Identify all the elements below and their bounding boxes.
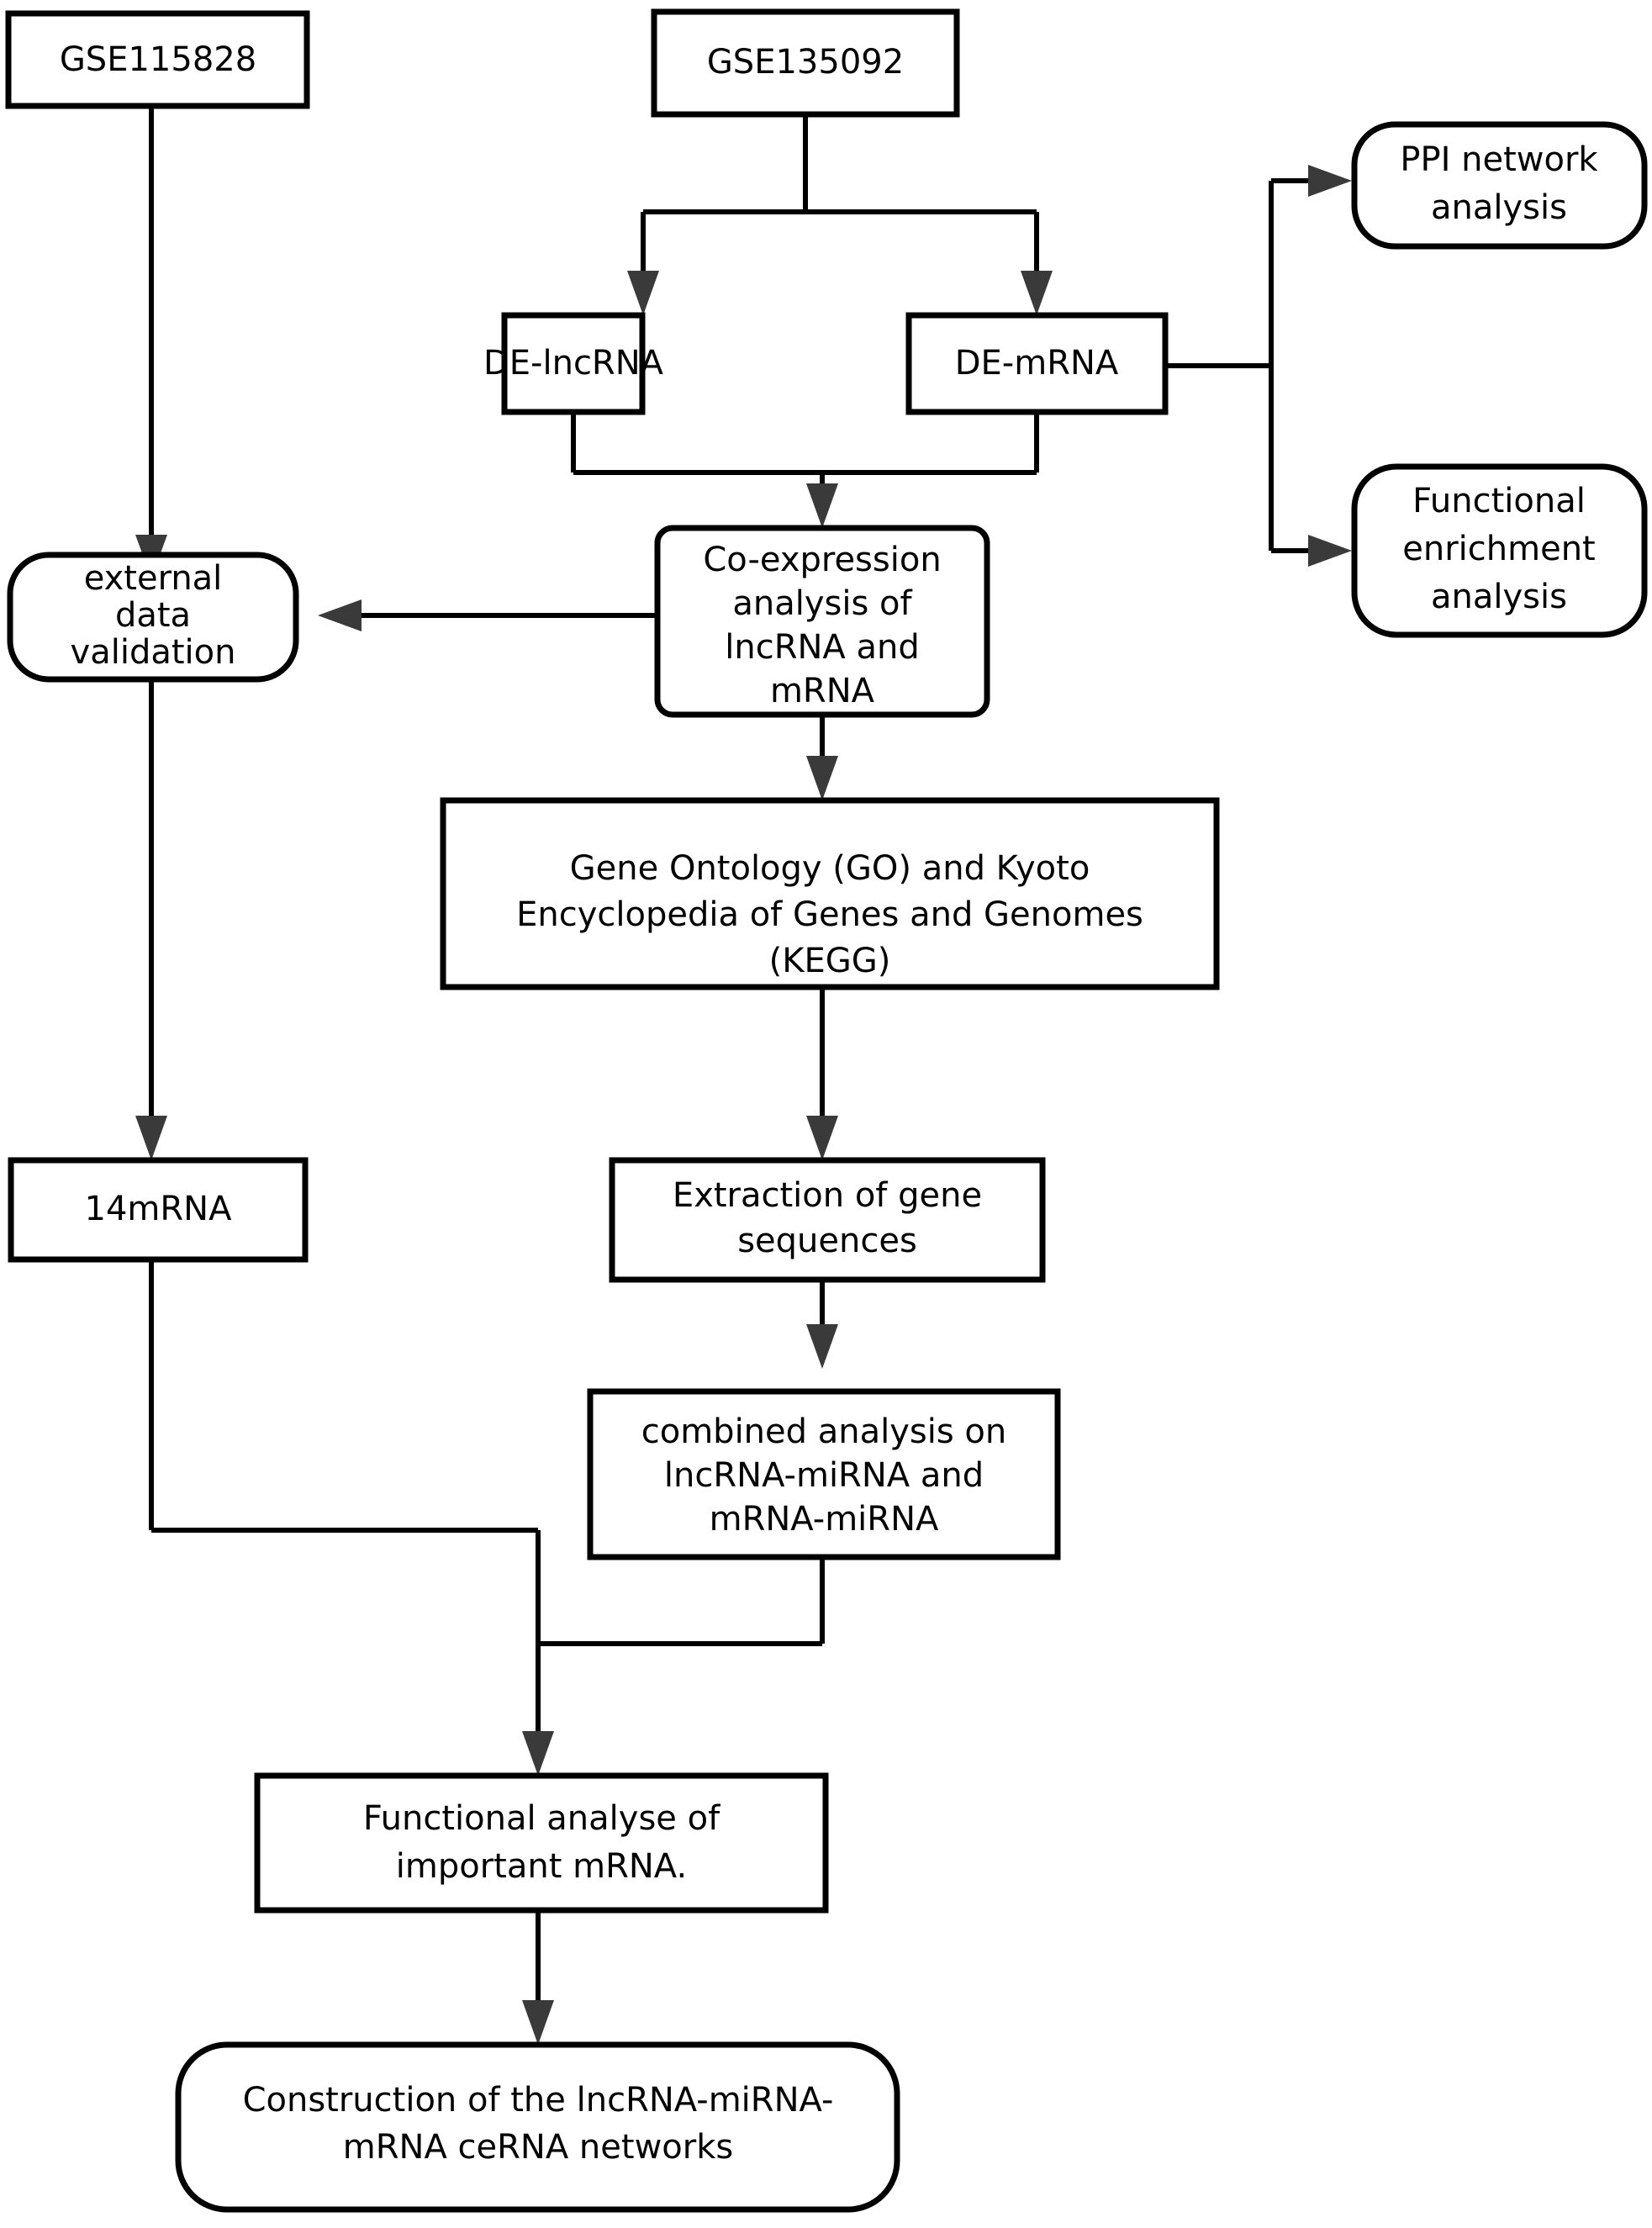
node-go-kegg[interactable]: Gene Ontology (GO) and Kyoto Encyclopedi… — [440, 797, 1220, 990]
node-construction-label-line2: mRNA ceRNA networks — [343, 2128, 733, 2167]
node-14mrna-label: 14mRNA — [85, 1190, 233, 1228]
node-coexpression-analysis[interactable]: Co-expression analysis of lncRNA and mRN… — [654, 525, 990, 718]
node-construction-box — [175, 2041, 900, 2213]
node-coexpression-label-line4: mRNA — [770, 672, 875, 710]
node-functional-analyse-box — [254, 1772, 829, 1914]
node-external-validation-label-line2: data — [115, 596, 191, 635]
node-go-kegg-label-line3: (KEGG) — [769, 942, 891, 980]
node-construction-label-line1: Construction of the lncRNA-miRNA- — [243, 2081, 834, 2120]
node-gse115828[interactable]: GSE115828 — [5, 10, 310, 109]
node-14mrna[interactable]: 14mRNA — [8, 1157, 309, 1263]
arrowhead-de-mrna-top — [1021, 271, 1053, 315]
arrowhead-de-lncrna-top — [627, 271, 659, 315]
node-functional-analyse[interactable]: Functional analyse of important mRNA. — [254, 1772, 829, 1914]
node-coexpression-label-line1: Co-expression — [703, 541, 941, 579]
node-combined-analysis[interactable]: combined analysis on lncRNA-miRNA and mR… — [587, 1388, 1061, 1560]
node-go-kegg-label-line1: Gene Ontology (GO) and Kyoto — [570, 849, 1090, 888]
node-functional-enrichment-analysis[interactable]: Functional enrichment analysis — [1351, 463, 1648, 638]
node-gse135092[interactable]: GSE135092 — [651, 8, 960, 118]
connectors-layer — [135, 106, 1352, 2045]
node-de-lncrna-label: DE-lncRNA — [483, 344, 664, 383]
arrowhead-functional-analyse-top — [522, 1731, 554, 1776]
arrowhead-extraction-top — [806, 1116, 838, 1160]
node-external-validation-label-line3: validation — [71, 633, 236, 672]
node-de-lncrna[interactable]: DE-lncRNA — [483, 312, 664, 415]
arrowhead-coexpression-top — [806, 483, 838, 528]
arrowhead-combined-top — [806, 1324, 838, 1369]
node-functional-enrichment-label-line3: analysis — [1431, 578, 1567, 616]
node-functional-enrichment-label-line2: enrichment — [1402, 530, 1595, 568]
node-extraction-label-line1: Extraction of gene — [673, 1176, 982, 1215]
node-de-mrna-label: DE-mRNA — [955, 344, 1119, 383]
node-ppi-label-line1: PPI network — [1400, 140, 1598, 179]
node-combined-label-line1: combined analysis on — [641, 1412, 1007, 1451]
node-functional-enrichment-label-line1: Functional — [1412, 482, 1586, 520]
node-construction-cerna-networks[interactable]: Construction of the lncRNA-miRNA- mRNA c… — [175, 2041, 900, 2213]
node-functional-analyse-label-line2: important mRNA. — [396, 1847, 687, 1886]
node-go-kegg-label-line2: Encyclopedia of Genes and Genomes — [516, 895, 1143, 934]
node-external-data-validation[interactable]: external data validation — [7, 552, 299, 683]
node-functional-analyse-label-line1: Functional analyse of — [363, 1799, 720, 1838]
node-ppi-network-analysis[interactable]: PPI network analysis — [1351, 121, 1648, 250]
arrowhead-functional-enrichment-left — [1308, 535, 1352, 567]
flowchart-canvas: GSE115828 GSE135092 DE-lncRNA DE-mRNA PP… — [0, 0, 1652, 2228]
arrowhead-ppi-left — [1308, 165, 1352, 197]
node-coexpression-label-line2: analysis of — [732, 584, 912, 623]
node-combined-label-line2: lncRNA-miRNA and — [664, 1456, 984, 1495]
node-external-validation-label-line1: external — [84, 559, 223, 598]
node-de-mrna[interactable]: DE-mRNA — [905, 312, 1169, 415]
flowchart-svg: GSE115828 GSE135092 DE-lncRNA DE-mRNA PP… — [5, 8, 1648, 2213]
arrowhead-external-validation-right — [318, 599, 362, 631]
arrowhead-14mrna-top — [135, 1116, 167, 1160]
node-extraction-label-line2: sequences — [737, 1222, 917, 1260]
node-gse135092-label: GSE135092 — [707, 43, 904, 82]
node-coexpression-label-line3: lncRNA and — [725, 628, 920, 667]
arrowhead-go-kegg-top — [806, 756, 838, 800]
arrowhead-construction-top — [522, 2000, 554, 2045]
node-combined-label-line3: mRNA-miRNA — [710, 1500, 939, 1539]
node-gse115828-label: GSE115828 — [60, 40, 256, 79]
node-extraction-of-gene-sequences[interactable]: Extraction of gene sequences — [609, 1157, 1046, 1283]
node-ppi-label-line2: analysis — [1431, 188, 1567, 227]
